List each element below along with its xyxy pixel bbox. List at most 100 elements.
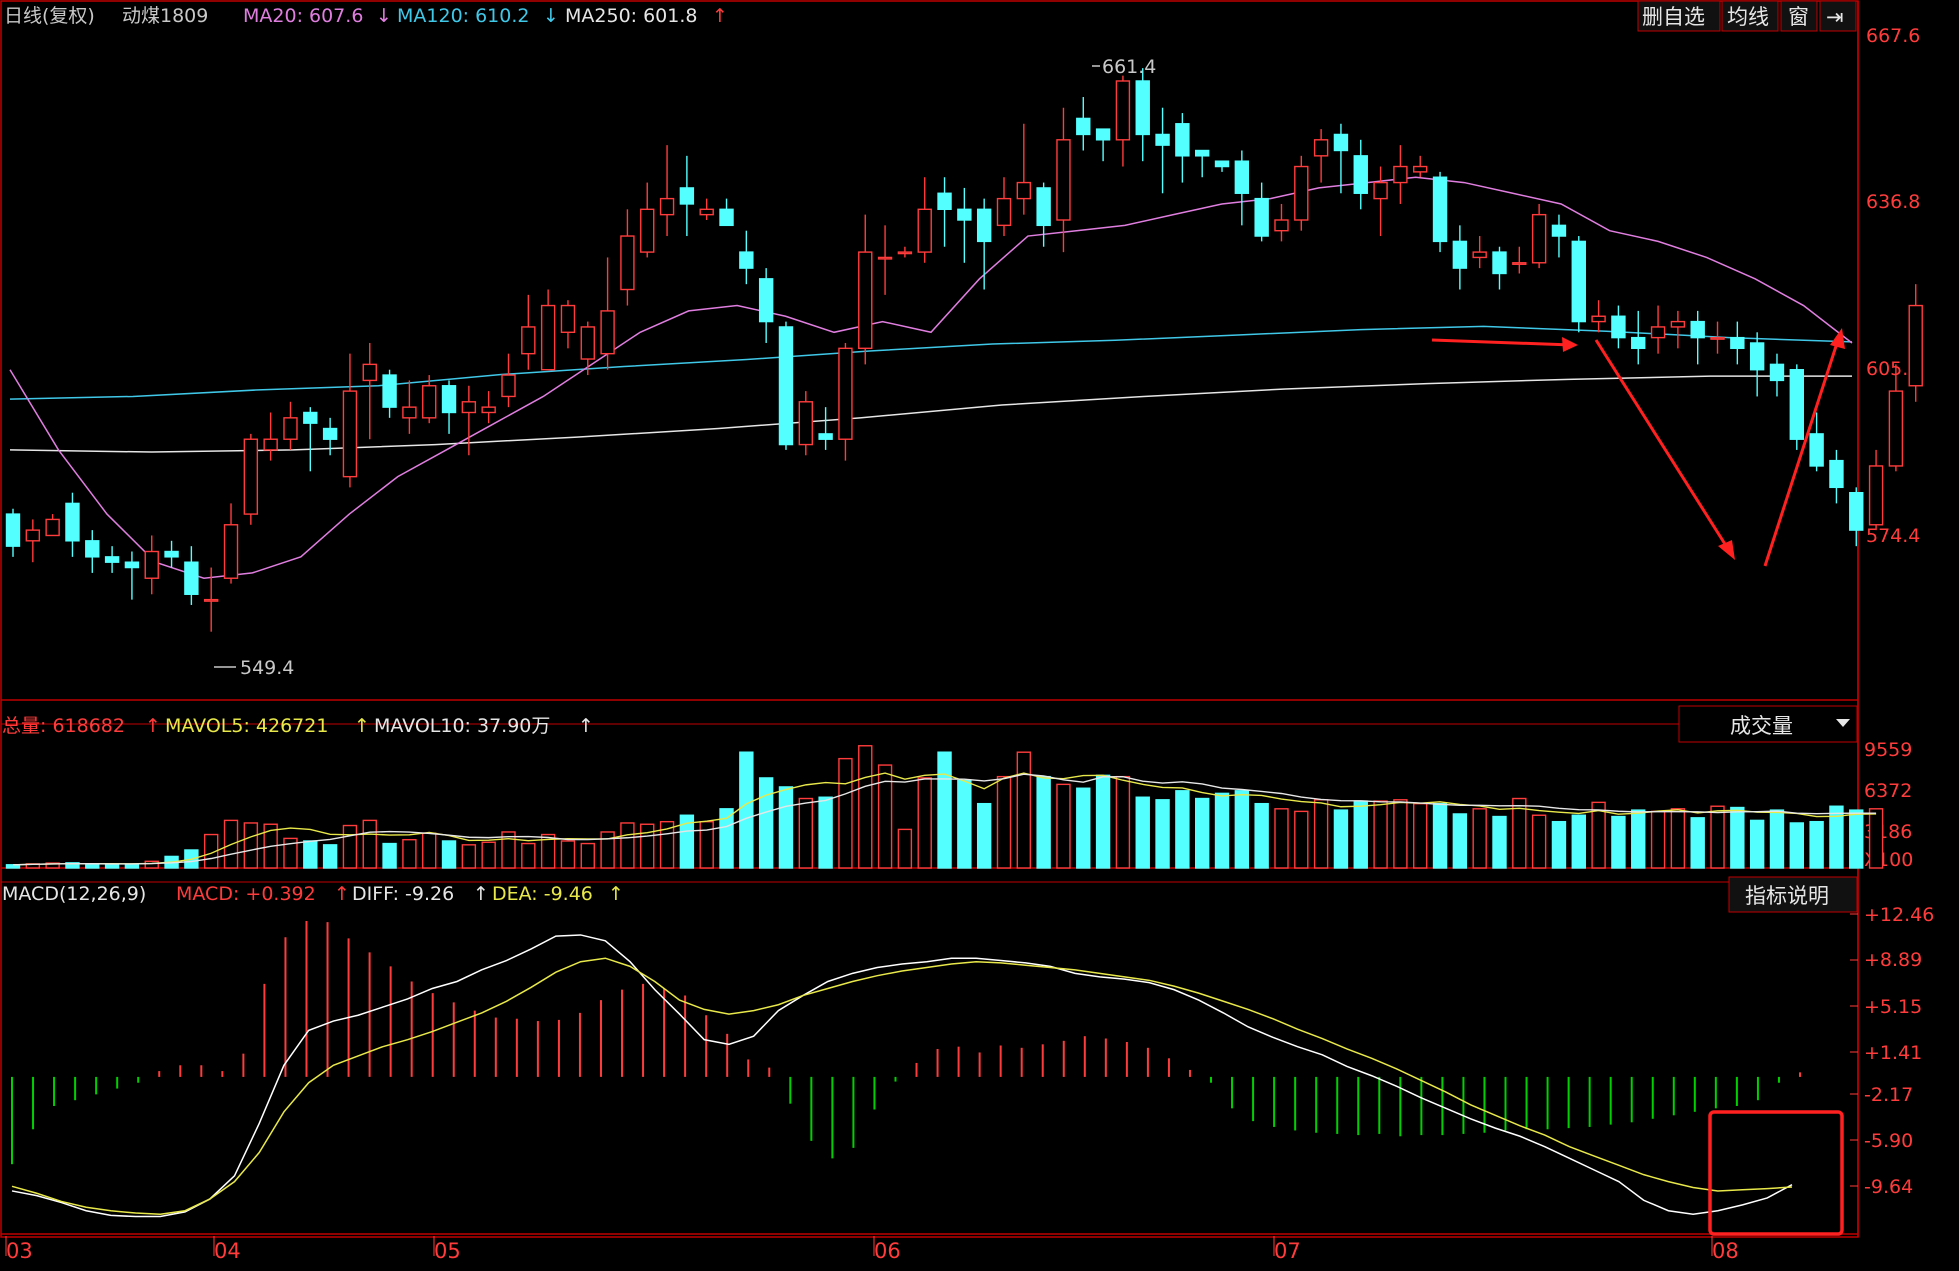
volume-bar — [243, 822, 259, 869]
toolbar: 删自选 均线 窗 ⇥ — [1637, 0, 1857, 32]
macd-lines — [11, 934, 1793, 1218]
down-arrow — [1594, 339, 1732, 553]
macd-tick: +5.15 — [1864, 996, 1922, 1018]
candle-body — [1333, 133, 1349, 152]
window-button-label: 窗 — [1788, 5, 1809, 29]
macd-value: MACD: +0.392 — [176, 883, 316, 905]
candle-body — [263, 438, 278, 451]
candle-body — [560, 304, 576, 333]
volume-bar — [1234, 790, 1250, 869]
candle-body — [600, 310, 615, 355]
candle-body — [1254, 197, 1269, 237]
volume-bar — [1472, 808, 1487, 869]
candle-body — [1234, 160, 1250, 194]
candle-body — [1591, 315, 1606, 323]
volume-bar — [1095, 774, 1111, 869]
candle-body — [1393, 165, 1408, 184]
volume-bar — [1432, 802, 1448, 869]
volume-bar — [124, 863, 140, 869]
candle-body — [164, 550, 179, 558]
mavol10-label: MAVOL10: 37.90万 — [374, 715, 550, 737]
indicator-selector-label: 成交量 — [1730, 714, 1793, 738]
macd-arrow: ↑ — [334, 883, 350, 905]
volume-bar — [1333, 809, 1349, 869]
candle-body — [402, 406, 417, 419]
candle-body — [1611, 315, 1626, 339]
candle-body — [85, 540, 100, 558]
candle-body — [1868, 465, 1884, 526]
volume-bar — [798, 797, 813, 869]
volume-bar — [858, 745, 873, 869]
candle-body — [45, 518, 60, 537]
candle-body — [283, 417, 298, 440]
volume-bar — [758, 777, 774, 869]
candle-body — [1274, 219, 1289, 232]
volume-bar — [1115, 775, 1131, 869]
volume-bar — [1492, 815, 1507, 869]
candle-body — [1571, 240, 1586, 323]
candle-body — [144, 550, 159, 579]
candle-body — [996, 197, 1012, 227]
candle-body — [580, 326, 595, 360]
candle-body — [818, 433, 833, 440]
volume-bar — [1690, 817, 1705, 869]
volume-bar — [1194, 797, 1210, 869]
candle-body — [1432, 176, 1448, 243]
candle-body — [65, 502, 80, 542]
candle-body — [1036, 187, 1051, 227]
volume-bar — [1710, 805, 1725, 869]
month-label: 04 — [214, 1239, 241, 1263]
volume-bar — [1749, 819, 1765, 869]
macd-name: MACD(12,26,9) — [2, 883, 146, 905]
candle-body — [1650, 326, 1666, 339]
volume-bar — [1769, 809, 1785, 869]
dea-line — [11, 957, 1793, 1215]
arrow-head — [1718, 540, 1735, 560]
volume-bar — [739, 751, 754, 869]
low-label: 549.4 — [240, 657, 294, 679]
ma-button-label: 均线 — [1727, 5, 1769, 29]
month-label: 08 — [1712, 1239, 1739, 1263]
candle-body — [540, 304, 556, 371]
volume-bars — [5, 745, 1884, 869]
volume-bar — [1809, 820, 1824, 869]
candle-body — [1789, 369, 1805, 440]
volume-bar — [1393, 799, 1408, 869]
candle-body — [501, 374, 516, 398]
volume-bar — [640, 823, 655, 869]
month-label: 07 — [1274, 1239, 1301, 1263]
volume-bar — [917, 777, 932, 869]
volume-bar — [144, 860, 159, 869]
contract-symbol: 动煤1809 — [122, 5, 208, 27]
candle-body — [1472, 251, 1487, 259]
price-header: 日线(复权) 动煤1809 MA20: 607.6 ↓ MA120: 610.2… — [4, 5, 728, 27]
volume-bar — [362, 819, 377, 869]
volume-bar — [1631, 809, 1646, 869]
macd-tick: +8.89 — [1864, 949, 1922, 971]
candle-body — [1512, 262, 1527, 265]
volume-bar — [1036, 775, 1051, 869]
candle-body — [1888, 390, 1904, 467]
candle-body — [1353, 155, 1368, 194]
candle-body — [659, 197, 675, 216]
highlight-box — [1708, 1110, 1844, 1236]
volume-bar — [620, 822, 635, 869]
candle-body — [798, 401, 813, 446]
candle-body — [1373, 181, 1388, 200]
candle-body — [1175, 123, 1190, 157]
horizontal-arrow — [1431, 338, 1573, 347]
candle-body — [1769, 363, 1785, 382]
month-label: 06 — [874, 1239, 901, 1263]
indicator-help-label: 指标说明 — [1745, 884, 1829, 908]
volume-bar — [1214, 792, 1230, 869]
volume-tick: 9559 — [1864, 739, 1912, 761]
candle-body — [1115, 80, 1131, 141]
volume-bar — [1135, 796, 1150, 869]
volume-bar — [838, 757, 853, 869]
volume-bar — [1056, 783, 1071, 869]
high-label: 661.4 — [1102, 56, 1156, 78]
ma20-label: MA20: 607.6 — [243, 5, 363, 27]
candlesticks — [5, 68, 1923, 632]
candle-body — [1908, 304, 1923, 387]
candle-body — [1135, 80, 1150, 136]
